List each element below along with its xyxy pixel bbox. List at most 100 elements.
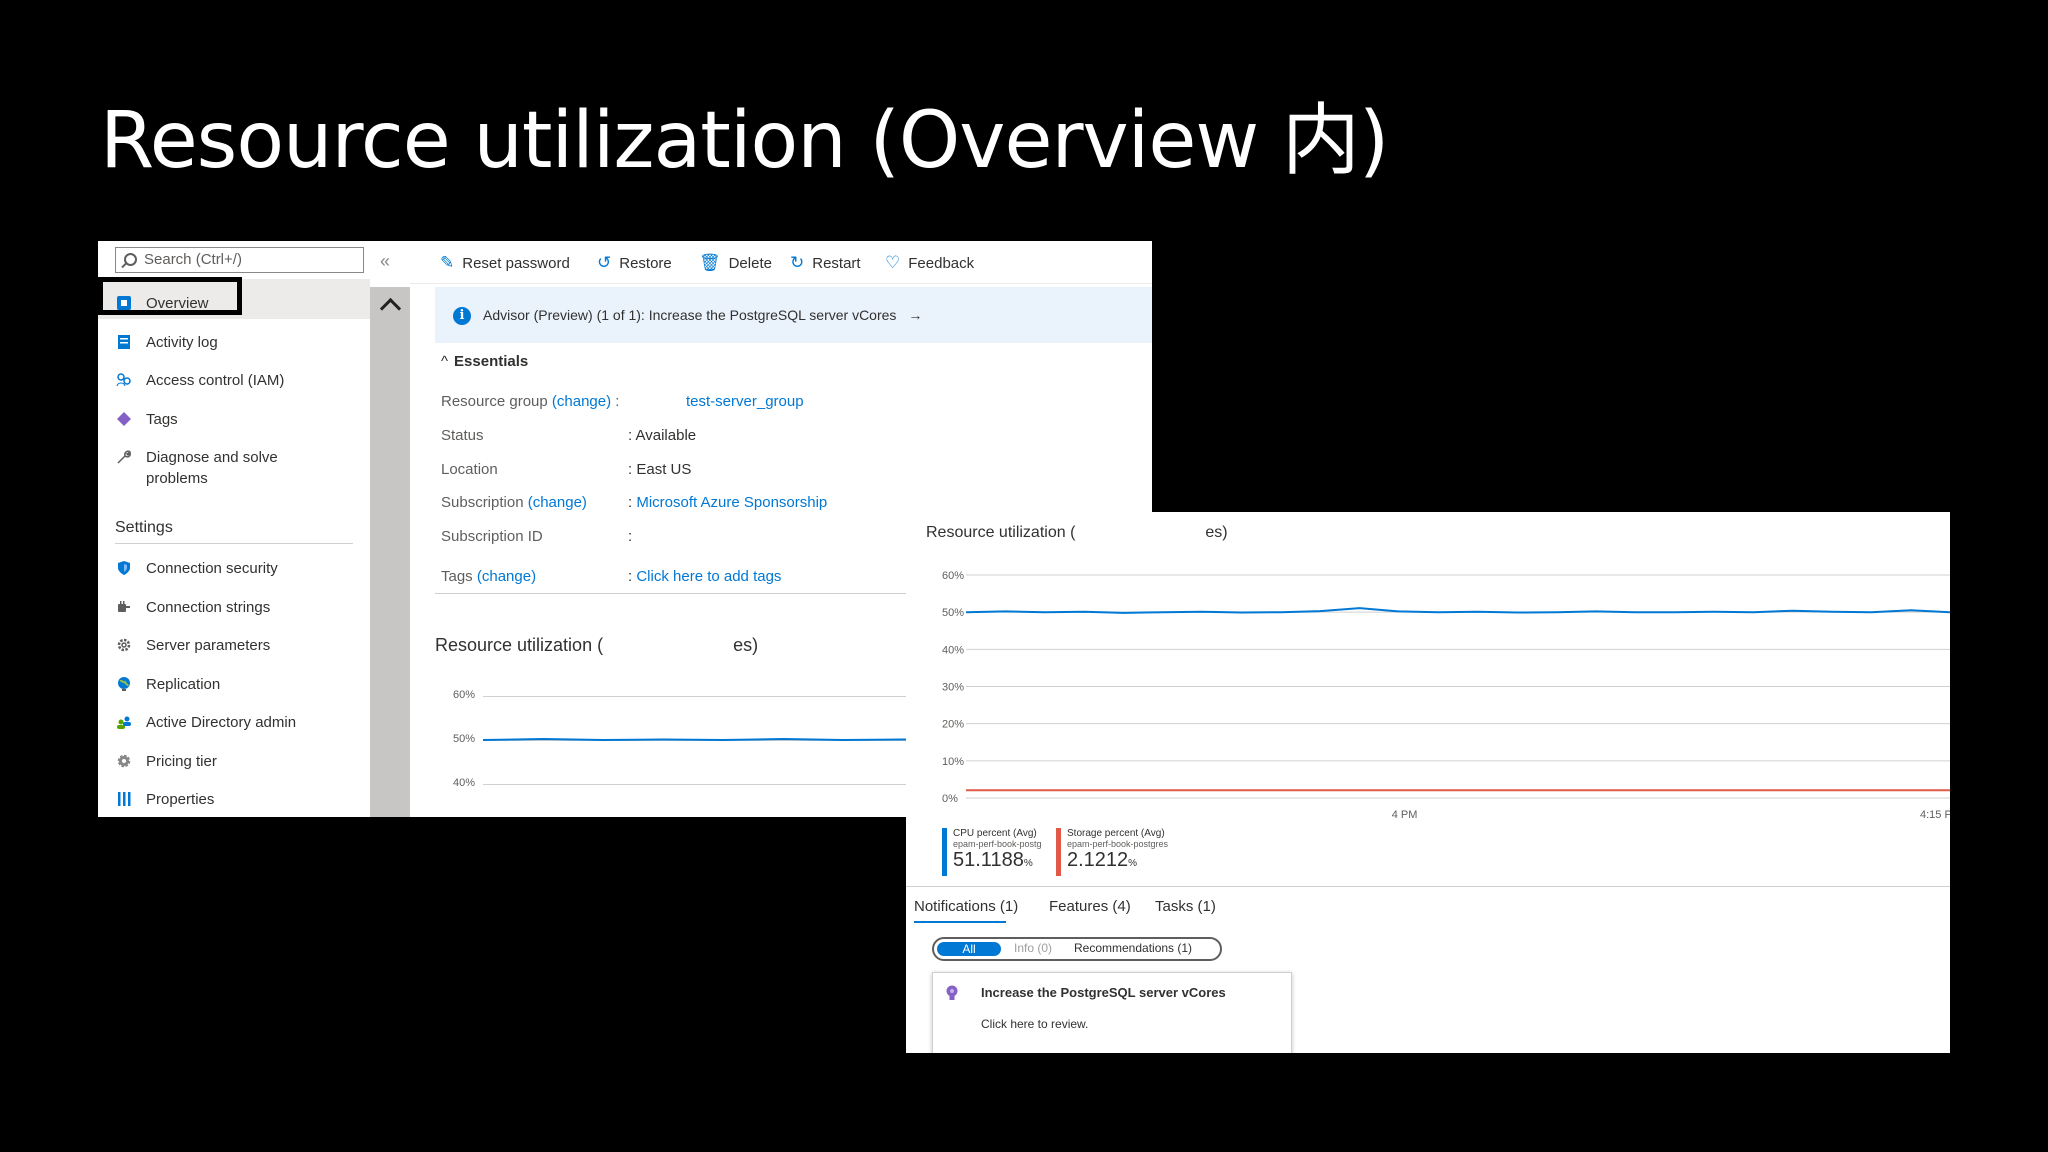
info-icon: i [453, 307, 471, 325]
pencil-icon: ✎ [440, 253, 455, 272]
legend-subtitle: epam-perf-book-postgres [1067, 839, 1169, 849]
separator: : [628, 568, 633, 585]
advisor-text: Advisor (Preview) (1 of 1): Increase the… [483, 307, 922, 323]
add-tags-link[interactable]: Click here to add tags [636, 568, 781, 585]
active-tab-indicator [914, 921, 1006, 923]
reset-password-label: Reset password [462, 255, 570, 272]
chevron-up-icon: ^ [441, 353, 449, 370]
y-tick-label: 40% [942, 644, 964, 656]
separator: : [615, 393, 620, 410]
trash-icon: 🗑 [699, 253, 721, 272]
filter-all-button[interactable]: All [937, 942, 1001, 956]
restart-label: Restart [812, 255, 861, 272]
legend-cpu: CPU percent (Avg) epam-perf-book-postg 5… [942, 828, 1052, 876]
restore-button[interactable]: ↺ Restore [597, 253, 672, 273]
change-subscription-link[interactable]: (change) [528, 494, 587, 511]
legend-name: Storage percent (Avg) [1067, 828, 1165, 839]
title-text-end: es) [733, 635, 759, 655]
reset-password-button[interactable]: ✎ Reset password [440, 253, 570, 273]
tag-icon [117, 412, 131, 426]
y-tick-label: 20% [942, 719, 964, 731]
legend-value: 51.1188% [953, 849, 1052, 872]
lightbulb-icon [946, 985, 958, 1000]
title-text: Resource utilization ( [435, 635, 604, 655]
restart-button[interactable]: ↻ Restart [790, 253, 861, 273]
sidebar-item-label: Connection security [146, 560, 278, 577]
tab-tasks[interactable]: Tasks (1) [1155, 898, 1216, 915]
tab-features[interactable]: Features (4) [1049, 898, 1131, 915]
delete-label: Delete [728, 255, 772, 272]
overview-highlight-box [98, 277, 242, 315]
sidebar-item-label: Diagnose and solve [146, 449, 278, 466]
label-text: Subscription ID [441, 528, 543, 545]
search-input[interactable]: Search (Ctrl+/) [115, 247, 364, 273]
delete-button[interactable]: 🗑 Delete [699, 253, 772, 273]
essentials-label-status: Status [441, 427, 484, 444]
search-icon [124, 253, 137, 266]
status-value: : Available [628, 427, 696, 444]
sidebar-item-label: Active Directory admin [146, 714, 297, 731]
subscription-link[interactable]: Microsoft Azure Sponsorship [636, 494, 827, 511]
value-text: East US [636, 461, 692, 478]
chevron-up-icon[interactable] [376, 293, 404, 317]
value-number: 51.1188 [953, 849, 1024, 871]
sidebar-item-label-line2: problems [146, 470, 208, 487]
y-tick-label: 60% [942, 570, 964, 582]
essentials-label-subscription-id: Subscription ID [441, 528, 543, 545]
filter-recommendations-button[interactable]: Recommendations (1) [1074, 941, 1192, 955]
activity-log-icon [118, 335, 130, 349]
collapse-sidebar-button[interactable]: « [380, 251, 390, 272]
advisor-banner[interactable]: i Advisor (Preview) (1 of 1): Increase t… [435, 287, 1152, 343]
feedback-button[interactable]: ♡ Feedback [885, 253, 974, 273]
heart-icon: ♡ [885, 253, 901, 272]
y-tick-label: 50% [942, 607, 964, 619]
bars-icon [118, 792, 131, 806]
label-text: Status [441, 427, 484, 444]
x-tick-label: 4 PM [1392, 809, 1418, 821]
y-tick-label: 40% [453, 777, 476, 789]
restore-label: Restore [619, 255, 672, 272]
feedback-label: Feedback [908, 255, 975, 272]
slide-title: Resource utilization (Overview 内) [100, 96, 1389, 186]
arrow-right-icon: → [908, 307, 923, 323]
advisor-message: Advisor (Preview) (1 of 1): Increase the… [483, 307, 897, 323]
essentials-label-location: Location [441, 461, 498, 478]
sidebar-item-label: Replication [146, 676, 221, 693]
notification-filter: All Info (0) Recommendations (1) [932, 937, 1222, 961]
resource-group-link[interactable]: test-server_group [686, 393, 804, 410]
value-number: 2.1212 [1067, 849, 1129, 871]
location-value: : East US [628, 461, 691, 478]
value-text: Available [635, 427, 697, 444]
filter-info-button[interactable]: Info (0) [1014, 941, 1052, 955]
users-icon [117, 716, 131, 729]
label-text: Subscription [441, 494, 524, 511]
legend-value: 2.1212% [1067, 849, 1186, 872]
essentials-toggle[interactable]: ^ Essentials [441, 353, 528, 370]
separator: : [628, 427, 633, 444]
gear-icon [117, 754, 131, 768]
wrench-icon [117, 450, 132, 464]
sidebar-item-label: Activity log [146, 334, 218, 351]
label-text: Tags [441, 568, 473, 585]
iam-icon [116, 373, 131, 387]
essentials-label-subscription: Subscription (change) [441, 494, 587, 511]
gear-icon [117, 638, 131, 652]
sidebar-item-label: Connection strings [146, 599, 271, 616]
sidebar-scrollbar[interactable] [370, 287, 410, 817]
sidebar-item-label: Access control (IAM) [146, 372, 285, 389]
sidebar-item-label: Properties [146, 791, 215, 808]
change-resource-group-link[interactable]: (change) [552, 393, 611, 410]
sidebar-item-label: Pricing tier [146, 753, 217, 770]
legend-storage: Storage percent (Avg) epam-perf-book-pos… [1056, 828, 1186, 876]
tab-notifications[interactable]: Notifications (1) [914, 898, 1018, 915]
search-placeholder: Search (Ctrl+/) [144, 251, 242, 268]
separator: : [628, 461, 633, 478]
restore-icon: ↺ [597, 253, 612, 272]
y-tick-label: 60% [453, 689, 476, 701]
shield-icon [118, 561, 130, 575]
essentials-label-tags: Tags (change) [441, 568, 536, 585]
divider [115, 543, 353, 544]
change-tags-link[interactable]: (change) [477, 568, 536, 585]
legend-subtitle: epam-perf-book-postg [953, 839, 1042, 849]
recommendation-card[interactable]: Increase the PostgreSQL server vCores Cl… [932, 972, 1292, 1053]
